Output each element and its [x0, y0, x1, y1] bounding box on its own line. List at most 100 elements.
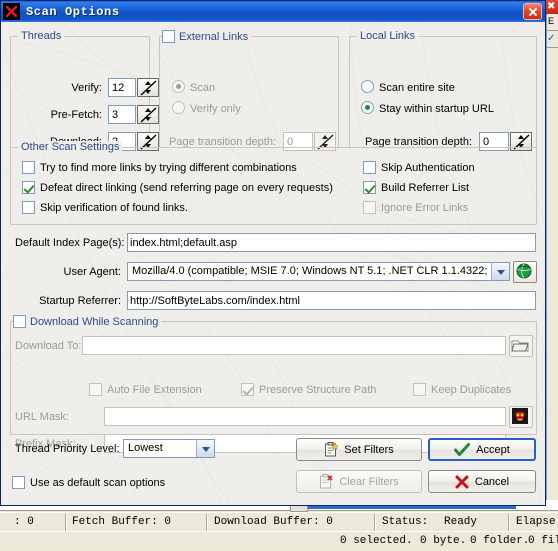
set-filters-button[interactable]: Set Filters: [296, 438, 422, 461]
build-referrer-list-checkbox[interactable]: [363, 181, 376, 194]
download-while-scanning-legend-wrap: Download While Scanning: [13, 315, 162, 328]
statusbar-separator: [374, 514, 376, 531]
skip-authentication-checkbox[interactable]: [363, 161, 376, 174]
user-agent-combobox[interactable]: Mozilla/4.0 (compatible; MSIE 7.0; Windo…: [127, 262, 510, 281]
auto-file-extension-label: Auto File Extension: [107, 384, 202, 396]
local-links-legend: Local Links: [357, 30, 419, 42]
use-as-default-label: Use as default scan options: [30, 477, 166, 489]
scan-options-dialog: Scan Options Threads Verify: 12 Pre-Fetc…: [0, 0, 546, 506]
chevron-down-icon[interactable]: [491, 263, 509, 280]
statusbar-file-count: 0 file: [528, 535, 558, 547]
scan-entire-site-label: Scan entire site: [379, 82, 455, 94]
defeat-direct-linking-checkbox[interactable]: [22, 181, 35, 194]
prefetch-threads-input[interactable]: [108, 105, 136, 124]
mask-icon[interactable]: [509, 406, 533, 428]
download-to-label: Download To:: [15, 340, 82, 352]
statusbar-row-2: 0 selected. 0 byte. 0 folder. 0 file: [0, 531, 558, 551]
statusbar-byte-count: 0 byte.: [420, 535, 467, 547]
statusbar-elapsed-label: Elapse: [516, 516, 556, 528]
preserve-structure-path-label: Preserve Structure Path: [259, 384, 377, 396]
clear-filters-label: Clear Filters: [339, 475, 399, 488]
keep-duplicates-checkbox[interactable]: [413, 383, 426, 396]
url-mask-input[interactable]: [104, 407, 506, 426]
auto-file-extension-checkbox[interactable]: [89, 383, 102, 396]
ignore-error-links-checkbox[interactable]: [363, 201, 376, 214]
preserve-structure-path-checkbox[interactable]: [241, 383, 254, 396]
clear-filters-button: Clear Filters: [296, 470, 422, 493]
background-divider-2: [547, 47, 558, 48]
verify-threads-input[interactable]: [108, 78, 136, 97]
statusbar-folder-count: 0 folder.: [470, 535, 530, 547]
globe-icon[interactable]: [513, 261, 537, 283]
keep-duplicates-label: Keep Duplicates: [431, 384, 512, 396]
download-while-scanning-checkbox[interactable]: [13, 315, 26, 328]
dialog-titlebar[interactable]: Scan Options: [1, 1, 545, 22]
cross-icon: [455, 475, 469, 488]
cancel-label: Cancel: [474, 475, 510, 488]
verify-label: Verify:: [71, 82, 102, 94]
dialog-title: Scan Options: [26, 4, 120, 19]
default-index-input[interactable]: [127, 233, 536, 252]
chevron-down-icon[interactable]: [196, 440, 214, 457]
external-verify-only-radio[interactable]: [172, 101, 185, 114]
prefetch-label: Pre-Fetch:: [50, 109, 102, 121]
threads-legend: Threads: [18, 30, 65, 42]
verify-threads-spinner[interactable]: [137, 78, 159, 97]
folder-open-icon[interactable]: [509, 335, 533, 357]
statusbar-separator: [508, 514, 510, 531]
url-mask-label: URL Mask:: [15, 411, 69, 423]
app-logo-icon: [3, 3, 20, 20]
statusbar-fetch-buffer: Fetch Buffer: 0: [72, 516, 172, 528]
skip-verification-checkbox[interactable]: [22, 201, 35, 214]
download-while-scanning-legend: Download While Scanning: [30, 315, 159, 328]
statusbar-status-value: Ready: [444, 516, 478, 528]
external-links-legend-wrap: External Links: [162, 30, 252, 43]
background-divider-1: [547, 30, 558, 31]
skip-authentication-label: Skip Authentication: [381, 162, 475, 174]
close-icon[interactable]: [523, 3, 542, 20]
build-referrer-list-label: Build Referrer List: [381, 182, 470, 194]
accept-button[interactable]: Accept: [428, 438, 536, 461]
try-find-more-links-label: Try to find more links by trying differe…: [40, 162, 297, 174]
external-scan-radio[interactable]: [172, 80, 185, 93]
accept-label: Accept: [476, 443, 510, 456]
statusbar-separator: [65, 514, 67, 531]
startup-referrer-label: Startup Referrer:: [39, 295, 121, 307]
thread-priority-label: Thread Priority Level:: [15, 443, 120, 455]
statusbar-status-label: Status:: [382, 516, 429, 528]
clear-filters-icon: [320, 474, 333, 489]
set-filters-label: Set Filters: [344, 443, 394, 456]
cancel-button[interactable]: Cancel: [428, 470, 536, 493]
external-scan-label: Scan: [190, 82, 216, 94]
user-agent-value: Mozilla/4.0 (compatible; MSIE 7.0; Windo…: [132, 265, 510, 277]
background-check-icon: ✓: [547, 33, 556, 44]
try-find-more-links-checkbox[interactable]: [22, 161, 35, 174]
external-verify-only-label: Verify only: [190, 103, 241, 115]
background-label-fragment: E: [548, 16, 555, 26]
statusbar-counter: : 0: [14, 516, 34, 528]
download-to-input[interactable]: [82, 336, 506, 355]
external-links-legend: External Links: [179, 30, 249, 43]
background-window-strip: [546, 0, 558, 506]
statusbar-download-buffer: Download Buffer: 0: [214, 516, 333, 528]
external-links-checkbox[interactable]: [162, 30, 175, 43]
defeat-direct-linking-label: Defeat direct linking (send referring pa…: [40, 182, 333, 194]
dialog-client-area: Threads Verify: Pre-Fetch: Download: Ext…: [1, 22, 545, 505]
set-filters-icon: [325, 442, 339, 457]
thread-priority-value: Lowest: [128, 442, 163, 454]
startup-referrer-input[interactable]: [127, 291, 536, 310]
ignore-error-links-label: Ignore Error Links: [381, 202, 469, 214]
thread-priority-combobox[interactable]: Lowest: [123, 439, 215, 458]
prefetch-threads-spinner[interactable]: [137, 105, 159, 124]
stay-within-startup-url-radio[interactable]: [361, 101, 374, 114]
stay-within-startup-url-label: Stay within startup URL: [379, 103, 494, 115]
statusbar-separator: [206, 514, 208, 531]
check-icon: [454, 442, 471, 456]
scan-entire-site-radio[interactable]: [361, 80, 374, 93]
user-agent-label: User Agent:: [63, 266, 121, 278]
use-as-default-checkbox[interactable]: [12, 476, 25, 489]
background-app-icon: ✖: [547, 1, 556, 12]
default-index-label: Default Index Page(s):: [15, 237, 125, 249]
skip-verification-label: Skip verification of found links.: [40, 202, 188, 214]
other-scan-settings-legend: Other Scan Settings: [18, 141, 123, 153]
